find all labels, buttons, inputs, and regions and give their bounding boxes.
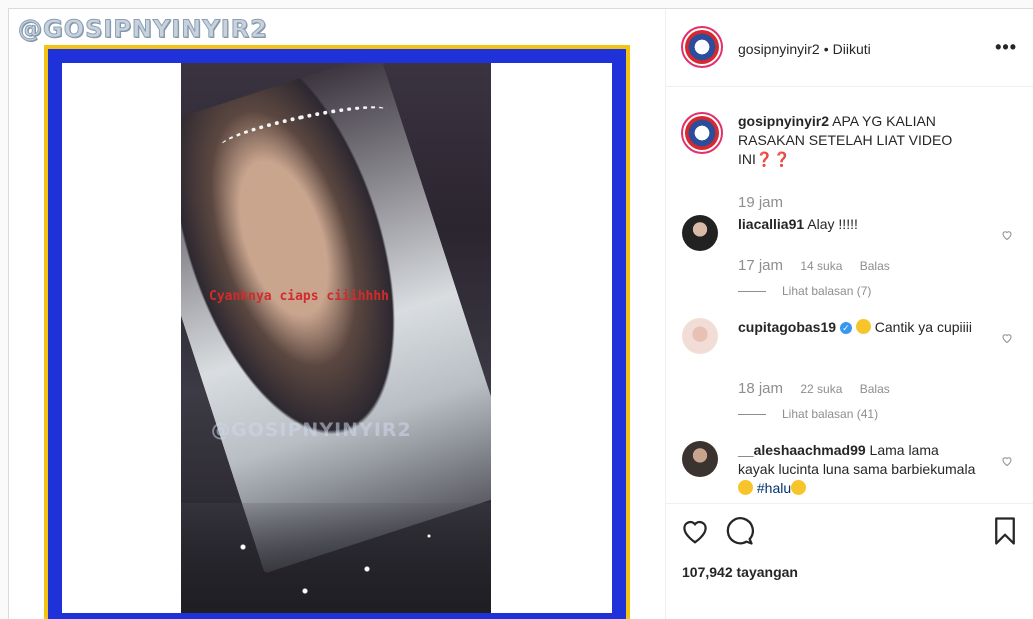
question-emoji: ❓❓ — [755, 151, 791, 167]
grin-emoji — [738, 480, 753, 495]
comment-body: Alay !!!!! — [807, 216, 858, 232]
comments-list[interactable]: gosipnyinyir2 APA YG KALIAN RASAKAN SETE… — [666, 88, 1033, 503]
caption-time[interactable]: 19 jam — [738, 194, 783, 211]
reply-button[interactable]: Balas — [860, 259, 890, 273]
commenter-avatar[interactable] — [682, 318, 718, 354]
view-replies-button[interactable]: Lihat balasan (7) — [738, 284, 871, 298]
post-container: @GOSIPNYINYIR2 Cyanknya ciaps ciiihhhh @… — [8, 8, 1033, 619]
sparkle-filter — [181, 503, 491, 613]
comment-time[interactable]: 18 jam — [738, 380, 783, 397]
reply-button[interactable]: Balas — [860, 382, 890, 396]
watermark-mid: @GOSIPNYINYIR2 — [211, 419, 412, 441]
watermark-top: @GOSIPNYINYIR2 — [18, 15, 268, 44]
comment-likes[interactable]: 14 suka — [800, 259, 842, 273]
heart-eyes-emoji — [855, 319, 871, 334]
caption-avatar[interactable] — [681, 112, 723, 154]
replies-line — [738, 414, 766, 416]
grin-emoji — [791, 480, 807, 495]
bookmark-icon[interactable] — [990, 516, 1020, 546]
post-media[interactable]: @GOSIPNYINYIR2 Cyanknya ciaps ciiihhhh @… — [9, 9, 665, 619]
replies-line — [738, 291, 766, 293]
follow-status[interactable]: Diikuti — [833, 41, 871, 57]
post-header: gosipnyinyir2 • Diikuti ••• — [666, 9, 1033, 87]
view-replies-button[interactable]: Lihat balasan (41) — [738, 407, 878, 421]
commenter-avatar[interactable] — [682, 215, 718, 251]
comment-text: cupitagobas19 ✓ Cantik ya cupiiii — [738, 318, 978, 337]
video-player[interactable]: Cyanknya ciaps ciiihhhh @GOSIPNYINYIR2 — [181, 63, 491, 613]
comment-username[interactable]: cupitagobas19 — [738, 319, 836, 335]
comment-text: liacallia91 Alay !!!!! — [738, 215, 978, 234]
hashtag-link[interactable]: #halu — [757, 480, 791, 496]
header-user: gosipnyinyir2 • Diikuti — [738, 41, 871, 57]
heart-icon[interactable] — [1001, 229, 1013, 241]
header-username[interactable]: gosipnyinyir2 — [738, 41, 820, 57]
comment-meta: 18 jam 22 suka Balas — [738, 380, 904, 397]
heart-icon[interactable] — [1001, 332, 1013, 344]
post-actions: 107,942 tayangan — [666, 503, 1033, 619]
avatar-image — [685, 30, 719, 64]
avatar-image — [685, 116, 719, 150]
caption-text: gosipnyinyir2 APA YG KALIAN RASAKAN SETE… — [738, 112, 968, 169]
comment-icon[interactable] — [724, 516, 754, 546]
comment-likes[interactable]: 22 suka — [800, 382, 842, 396]
comment-meta: 17 jam 14 suka Balas — [738, 257, 904, 274]
comment-time[interactable]: 17 jam — [738, 257, 783, 274]
comment-body: Cantik ya cupiiii — [874, 319, 972, 335]
post-side-panel: gosipnyinyir2 • Diikuti ••• gosipnyinyir2 … — [665, 9, 1033, 619]
commenter-avatar[interactable] — [682, 441, 718, 477]
comment-text: __aleshaachmad99 Lama lama kayak lucinta… — [738, 441, 978, 498]
view-replies-label: Lihat balasan (41) — [782, 407, 879, 421]
verified-icon: ✓ — [839, 322, 852, 335]
caption-username[interactable]: gosipnyinyir2 — [738, 113, 829, 129]
caption-meta: 19 jam — [738, 194, 797, 211]
header-separator: • — [823, 41, 829, 57]
view-count[interactable]: 107,942 tayangan — [682, 564, 798, 580]
heart-icon[interactable] — [1001, 455, 1013, 467]
view-replies-label: Lihat balasan (7) — [782, 284, 872, 298]
comment-username[interactable]: liacallia91 — [738, 216, 804, 232]
comment-username[interactable]: __aleshaachmad99 — [738, 442, 866, 458]
more-icon[interactable]: ••• — [995, 37, 1017, 58]
avatar[interactable] — [681, 26, 723, 68]
heart-icon[interactable] — [680, 516, 710, 546]
video-caption-overlay: Cyanknya ciaps ciiihhhh — [209, 289, 390, 304]
